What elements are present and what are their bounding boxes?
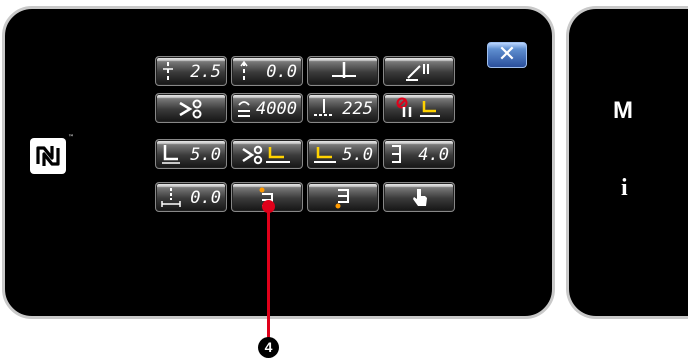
presser-height-value: 5.0 [190, 145, 221, 165]
wiper-presser-icon [396, 97, 440, 117]
presser-lift-button[interactable] [383, 56, 455, 86]
side-panel: M i [566, 6, 688, 319]
presser-height-button[interactable]: 5.0 [155, 139, 227, 169]
speed-icon [238, 101, 250, 117]
presser-delay-icon [314, 147, 336, 163]
needle-position-button[interactable]: 225 [307, 93, 379, 123]
feed-adjust-value: 0.0 [266, 62, 297, 82]
needle-stop-button[interactable] [307, 56, 379, 86]
trim-presser-button[interactable] [231, 139, 303, 169]
needle-stop-icon [332, 62, 356, 78]
feed-adjust-button[interactable]: 0.0 [231, 56, 303, 86]
stitch-length-value: 2.5 [190, 62, 221, 82]
stitch-count-button[interactable]: 4.0 [383, 139, 455, 169]
thread-trimmer-button[interactable] [155, 93, 227, 123]
scissors-icon [179, 99, 202, 119]
max-speed-button[interactable]: 4000 [231, 93, 303, 123]
callout-dot [262, 200, 275, 213]
needle-position-value: 225 [342, 99, 373, 119]
close-button[interactable]: ✕ [487, 42, 527, 68]
needle-position-icon [314, 99, 334, 116]
callout-line [267, 205, 270, 340]
stitch-count-icon [392, 145, 401, 163]
stitch-count-value: 4.0 [418, 145, 449, 165]
compensation-button[interactable]: 0.0 [155, 182, 227, 212]
trademark-mark: ™ [68, 134, 74, 141]
presser-delay-value: 5.0 [342, 145, 373, 165]
stitch-length-button[interactable]: 2.5 [155, 56, 227, 86]
stitch-length-icon [163, 62, 173, 80]
callout-number: 4 [258, 337, 279, 358]
hand-pointer-icon [413, 189, 427, 206]
touch-back-button[interactable] [383, 182, 455, 212]
compensation-icon [161, 188, 181, 207]
compensation-value: 0.0 [190, 188, 221, 208]
mode-button[interactable]: M [613, 97, 633, 125]
max-speed-value: 4000 [256, 99, 297, 119]
trim-presser-icon [242, 145, 290, 165]
wiper-presser-button[interactable] [383, 93, 455, 123]
presser-lift-icon [406, 64, 429, 81]
feed-adjust-icon [240, 60, 248, 80]
presser-foot-icon [162, 145, 180, 164]
info-button[interactable]: i [621, 175, 628, 202]
end-backtack-icon [335, 189, 349, 209]
end-backtack-button[interactable] [307, 182, 379, 212]
nfc-icon [30, 138, 66, 174]
presser-delay-button[interactable]: 5.0 [307, 139, 379, 169]
